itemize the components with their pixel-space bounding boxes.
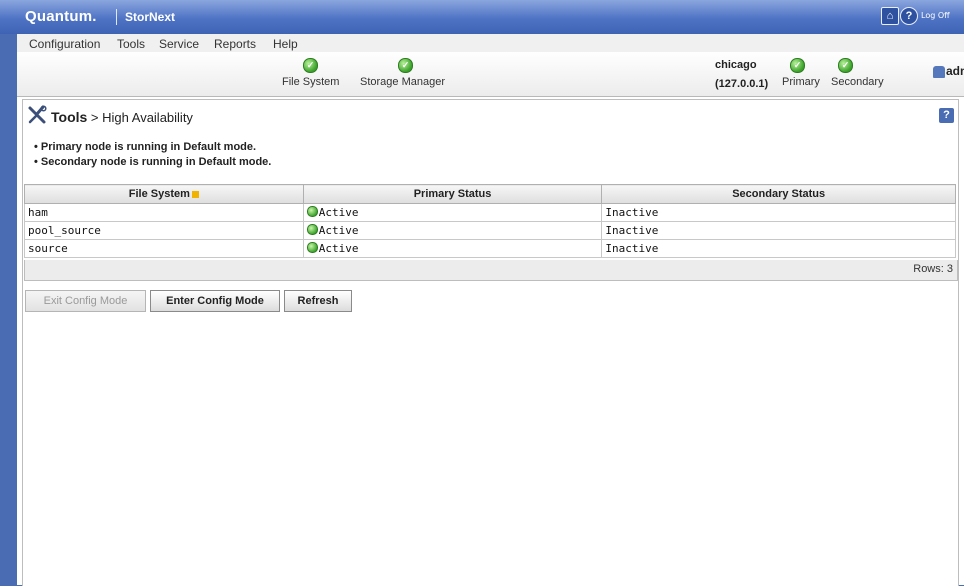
cell-secondary-status: Inactive — [601, 203, 956, 222]
menu-service[interactable]: Service — [159, 37, 199, 51]
file-system-status-icon: ✓ — [303, 58, 318, 73]
cell-file-system: source — [24, 239, 304, 258]
storage-manager-status-icon: ✓ — [398, 58, 413, 73]
home-icon[interactable]: ⌂ — [881, 7, 899, 25]
logoff-link[interactable]: Log Off — [921, 11, 950, 20]
host-ip: (127.0.0.1) — [715, 78, 769, 90]
menu-reports[interactable]: Reports — [214, 37, 256, 51]
brand-logo: Quantum. — [25, 8, 97, 25]
cell-secondary-status: Inactive — [601, 221, 956, 240]
secondary-status-label[interactable]: Secondary — [831, 76, 884, 88]
rows-count: Rows: 3 — [913, 263, 953, 275]
main-content: Tools > High Availability ? • Primary no… — [17, 97, 964, 586]
exit-config-mode-button[interactable]: Exit Config Mode — [25, 290, 146, 312]
primary-status-icon: ✓ — [790, 58, 805, 73]
cell-file-system: ham — [24, 203, 304, 222]
table-row[interactable]: source Active Inactive — [24, 239, 956, 258]
active-status-icon — [306, 224, 318, 235]
tools-icon — [28, 105, 47, 124]
product-name: StorNext — [125, 10, 176, 24]
app-header: Quantum. StorNext ⌂ ? Log Off — [0, 0, 964, 34]
user-name[interactable]: admin — [946, 64, 964, 78]
status-bar: ✓ File System ✓ Storage Manager chicago … — [17, 52, 964, 97]
user-icon — [933, 66, 945, 78]
primary-status-label[interactable]: Primary — [782, 76, 820, 88]
cell-secondary-status: Inactive — [601, 239, 956, 258]
cell-file-system: pool_source — [24, 221, 304, 240]
col-header-file-system[interactable]: File System — [24, 184, 304, 204]
message-item: • Secondary node is running in Default m… — [34, 156, 272, 168]
file-system-status-label[interactable]: File System — [282, 76, 339, 88]
cell-primary-status: Active — [302, 239, 603, 258]
brand-divider — [116, 9, 117, 25]
refresh-button[interactable]: Refresh — [284, 290, 352, 312]
table-row[interactable]: ham Active Inactive — [24, 203, 956, 222]
help-icon[interactable]: ? — [900, 7, 918, 25]
page-title: Tools > High Availability — [51, 109, 193, 125]
breadcrumb-section[interactable]: Tools — [51, 109, 87, 125]
status-messages: • Primary node is running in Default mod… — [34, 140, 271, 170]
menu-bar: Configuration Tools Service Reports Help — [17, 34, 964, 53]
cell-primary-status: Active — [302, 203, 603, 222]
page-help-icon[interactable]: ? — [939, 108, 954, 123]
menu-configuration[interactable]: Configuration — [29, 37, 100, 51]
col-header-primary-status[interactable]: Primary Status — [302, 184, 603, 204]
active-status-icon — [306, 206, 318, 217]
host-name: chicago — [715, 59, 757, 71]
cell-primary-status: Active — [302, 221, 603, 240]
sort-asc-icon — [191, 190, 199, 198]
enter-config-mode-button[interactable]: Enter Config Mode — [150, 290, 280, 312]
active-status-icon — [306, 242, 318, 253]
menu-tools[interactable]: Tools — [117, 37, 145, 51]
ha-table: File System Primary Status Secondary Sta… — [24, 184, 956, 258]
table-row[interactable]: pool_source Active Inactive — [24, 221, 956, 240]
breadcrumb-separator: > — [87, 110, 103, 125]
secondary-status-icon: ✓ — [838, 58, 853, 73]
table-footer: Rows: 3 — [24, 260, 958, 281]
high-availability-panel: Tools > High Availability ? • Primary no… — [22, 99, 959, 586]
message-item: • Primary node is running in Default mod… — [34, 141, 257, 153]
col-header-secondary-status[interactable]: Secondary Status — [601, 184, 956, 204]
table-header-row: File System Primary Status Secondary Sta… — [24, 184, 956, 204]
storage-manager-status-label[interactable]: Storage Manager — [360, 76, 445, 88]
breadcrumb-current: High Availability — [102, 110, 193, 125]
menu-help[interactable]: Help — [273, 37, 298, 51]
